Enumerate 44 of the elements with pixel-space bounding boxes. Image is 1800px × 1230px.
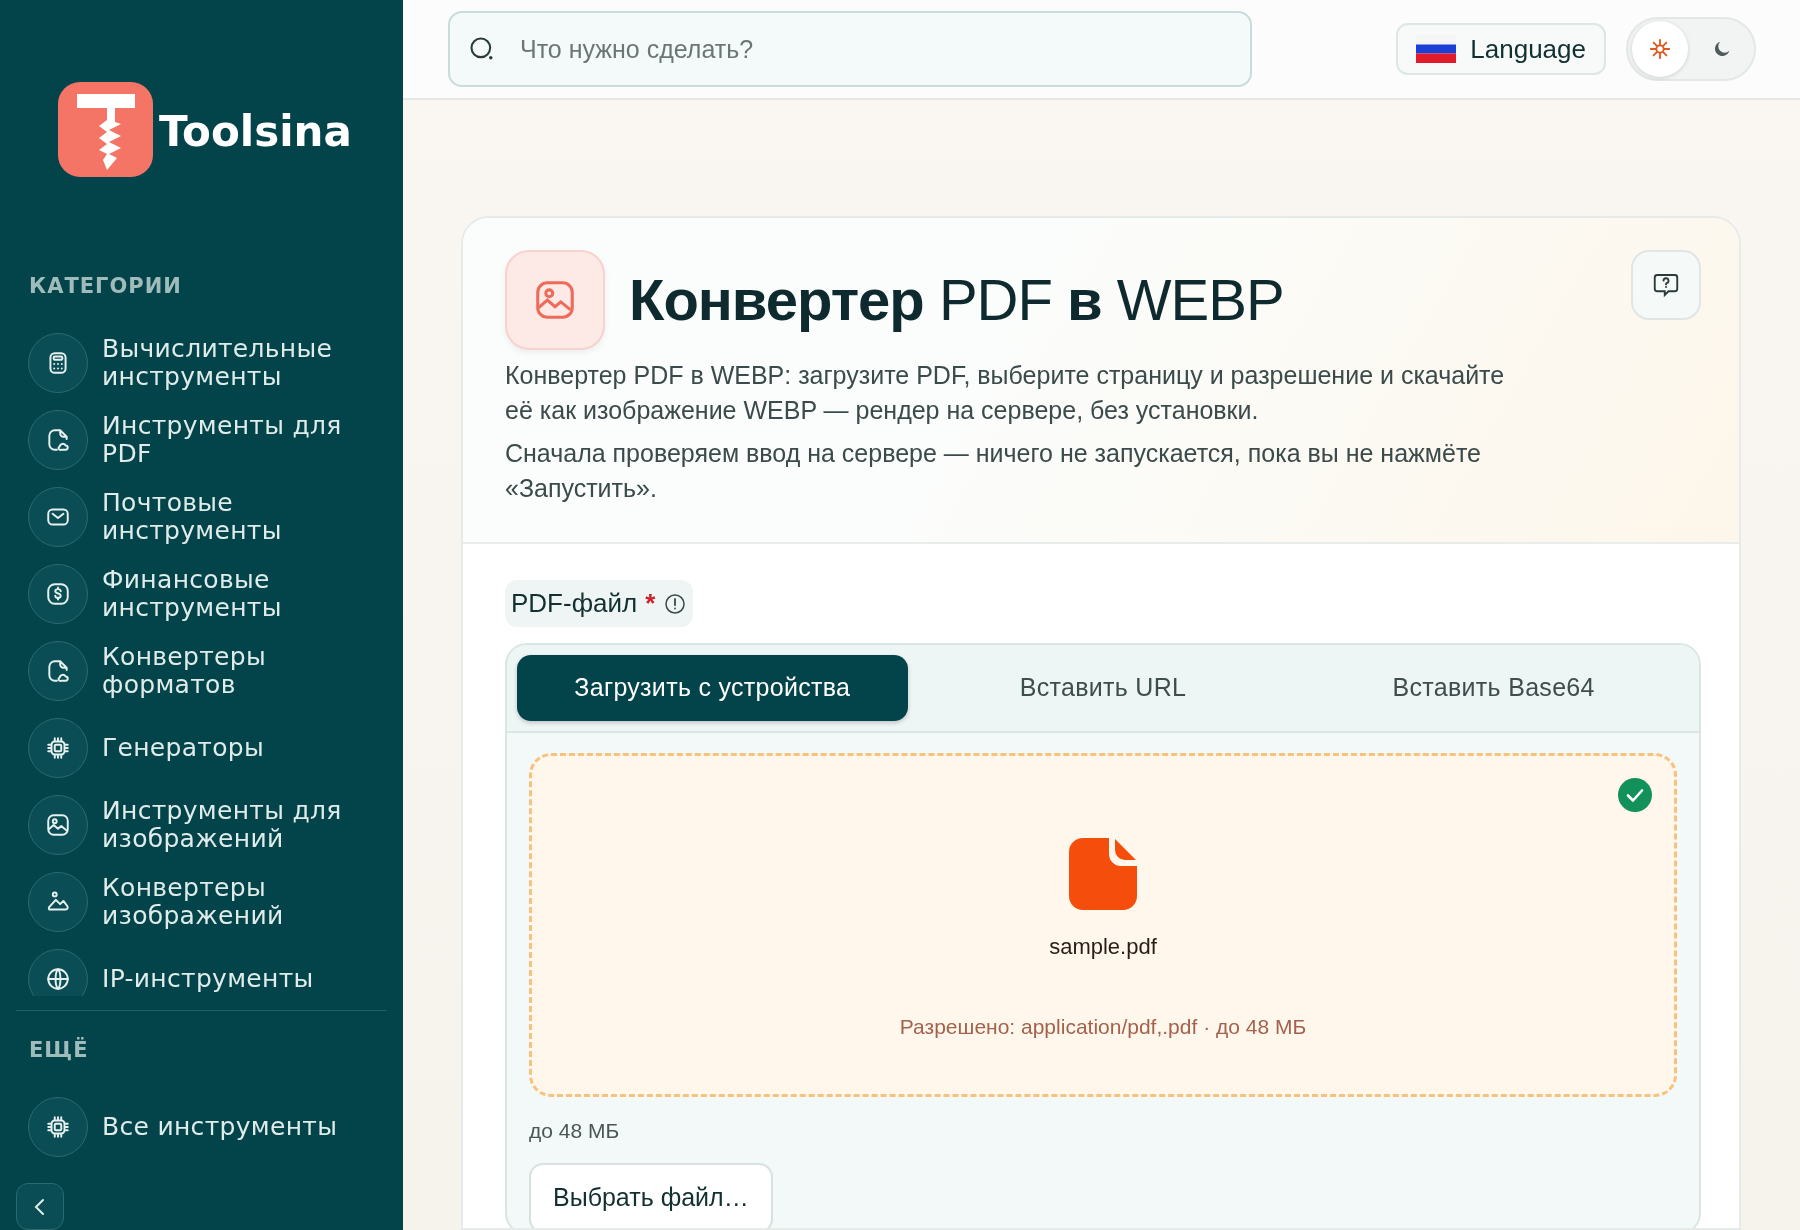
collapse-button[interactable] [16,1183,64,1230]
description-text: Конвертер PDF в WEBP: загрузите PDF, выберите страницу и разрешение и скачайте её как изображение WEBP — рендер на сервере, без установки. [505,360,1505,426]
description-text: Сначала проверяем ввод на сервере — ничего не запускается, пока вы не нажмёте «Запустить». [505,438,1482,504]
language-button[interactable]: Language [1396,23,1606,75]
sidebar-item[interactable]: Почтовые инструменты [0,478,403,556]
file-cloud-icon [45,657,71,684]
sidebar-item[interactable]: Финансовые инструменты [0,555,403,633]
required-marker: * [645,587,656,620]
drop-zone[interactable]: sample.pdf Разрешено: application/pdf,.pdf · до 48 МБ [529,753,1677,1097]
tab[interactable]: Вставить URL [907,655,1299,721]
page-title: Конвертер PDF в WEBP [629,266,1284,335]
sidebar-item[interactable]: Конвертеры форматов [0,632,403,710]
field-label: PDF-файл * [505,580,694,627]
image-icon [505,250,605,350]
sidebar-item[interactable]: Инструменты для PDF [0,401,403,479]
tab[interactable]: Вставить Base64 [1298,655,1689,721]
sun-mode-button[interactable] [1632,21,1688,77]
sidebar-item[interactable]: Все инструменты [0,1088,403,1166]
chevron-left-icon [33,1196,47,1217]
chip-icon [45,1113,71,1140]
choose-file-button[interactable]: Выбрать файл… [529,1162,773,1228]
sidebar-item[interactable]: Генераторы [0,709,403,787]
search-field[interactable]: Что нужно сделать? [448,11,1252,87]
section-heading: ЕЩЁ [28,1036,90,1064]
sidebar-item[interactable]: Вычислительные инструменты [0,324,403,402]
allowed-types-text: Разрешено: application/pdf,.pdf · до 48 МБ [899,1014,1307,1040]
tab[interactable]: Загрузить с устройства [517,655,908,721]
chip-icon [45,734,71,761]
globe-icon [45,965,71,992]
logo-icon[interactable] [58,82,153,177]
section-heading: КАТЕГОРИИ [28,272,183,300]
sun-icon [1649,38,1671,60]
sidebar-item[interactable]: Конвертеры изображений [0,863,403,941]
file-name: sample.pdf [1049,933,1157,961]
logo-text[interactable]: Toolsina [159,100,352,163]
sidebar-item[interactable]: IP-инструменты [0,940,403,996]
size-limit-text: до 48 МБ [528,1118,621,1144]
info-icon[interactable] [663,591,688,616]
help-button[interactable] [1631,250,1701,320]
file-cloud-icon [45,426,71,453]
image-icon [45,811,71,838]
file-icon [1069,838,1137,910]
dollar-icon [45,580,71,607]
sidebar-item[interactable]: Инструменты для изображений [0,786,403,864]
